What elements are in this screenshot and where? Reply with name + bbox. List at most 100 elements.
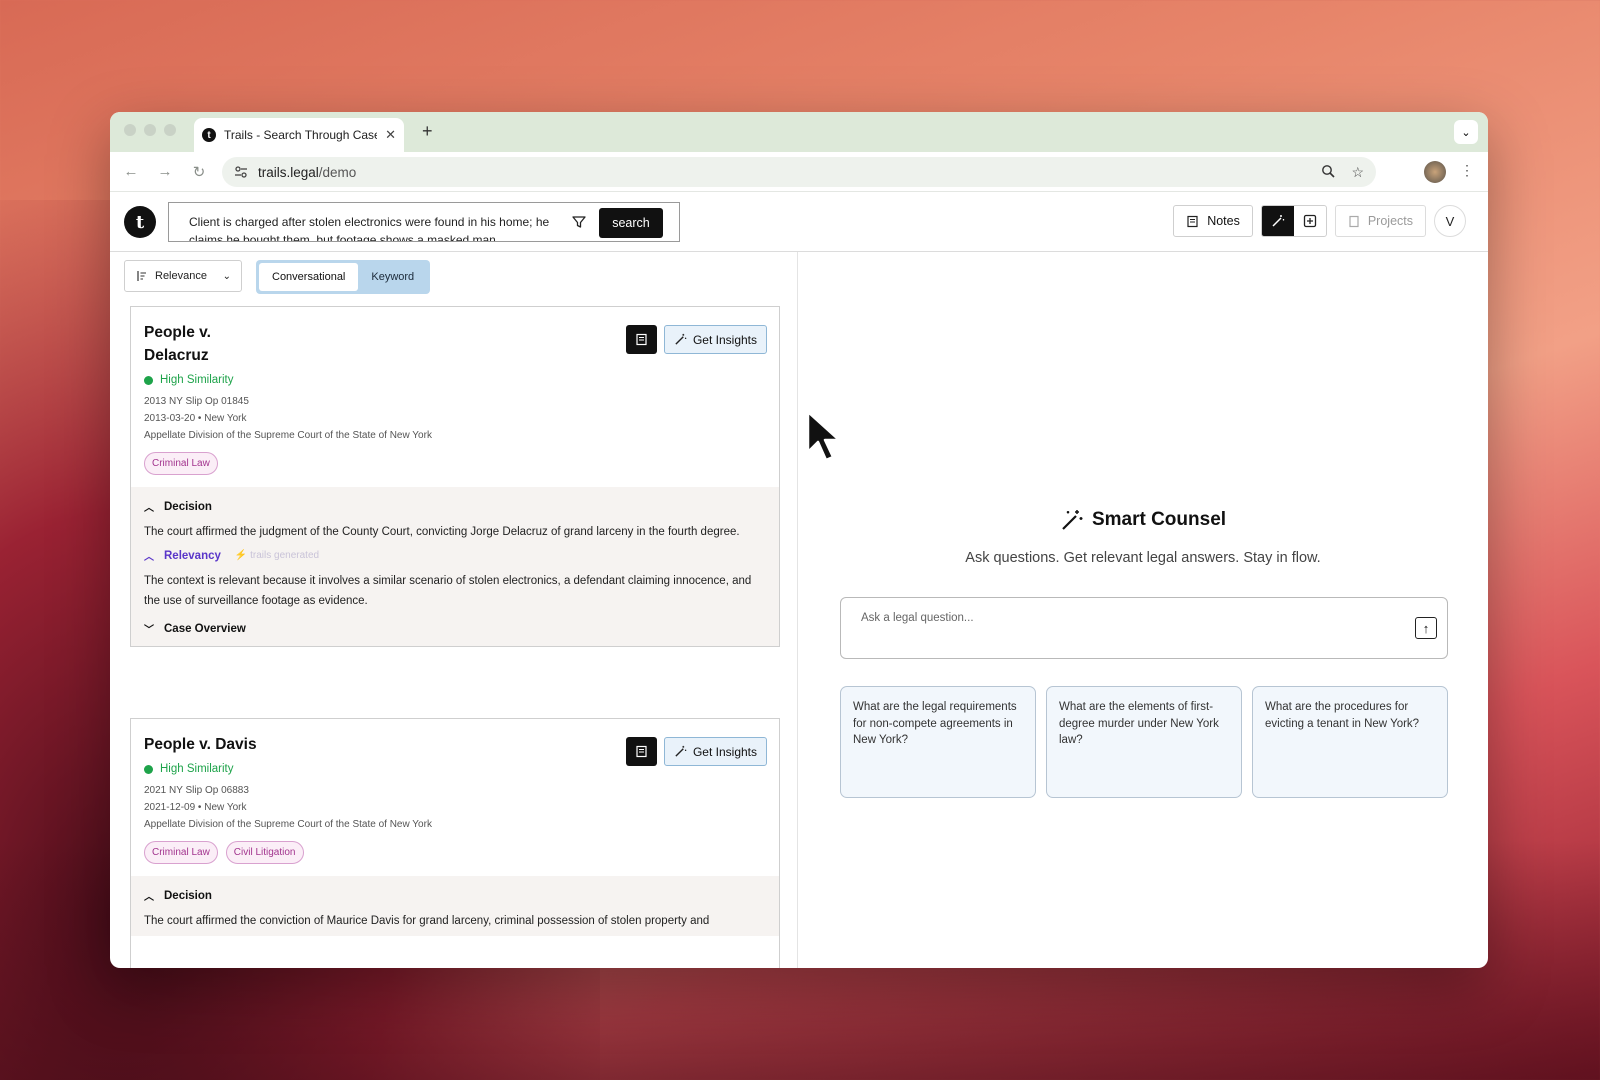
address-bar[interactable]: trails.legal/demo ☆ [222,157,1376,187]
notes-button[interactable]: Notes [1173,205,1253,237]
case-title[interactable]: People v. Delacruz [144,321,264,367]
plus-square-icon [1303,214,1316,228]
tag-badge[interactable]: Civil Litigation [225,841,304,864]
case-title[interactable]: People v. Davis [144,733,264,756]
smart-counsel-subtitle: Ask questions. Get relevant legal answer… [965,550,1321,566]
close-window-button[interactable] [124,124,136,136]
magic-wand-icon [1062,510,1083,530]
book-icon [1349,215,1359,227]
filter-icon[interactable] [571,214,587,230]
search-input[interactable]: Client is charged after stolen electroni… [189,213,554,241]
maximize-window-button[interactable] [164,124,176,136]
results-pane: Relevance ⌄ Conversational Keyword Peopl… [110,252,798,968]
profile-avatar[interactable] [1424,161,1446,183]
decision-toggle[interactable]: ︿ Decision [144,499,766,515]
sort-dropdown[interactable]: Relevance ⌄ [124,260,242,292]
url-path: /demo [318,164,357,180]
smart-counsel-pane: Smart Counsel Ask questions. Get relevan… [798,252,1488,968]
search-button[interactable]: search [599,208,663,238]
notes-icon [1187,215,1198,227]
decision-heading: Decision [164,889,212,902]
back-icon[interactable]: ← [118,163,144,181]
results-controls: Relevance ⌄ Conversational Keyword [124,260,431,294]
case-court: Appellate Division of the Supreme Court … [144,430,432,441]
similarity-label: High Similarity [160,763,234,775]
case-date: 2021-12-09 [144,802,196,813]
case-location: New York [204,413,247,424]
tag-list: Criminal Law [144,452,766,475]
document-icon [636,333,647,346]
case-meta: 2021 NY Slip Op 06883 2021-12-09 • New Y… [144,782,766,833]
browser-window: t Trails - Search Through Case ✕ + ⌄ ← →… [110,112,1488,968]
suggestion-card[interactable]: What are the legal requirements for non-… [840,686,1036,798]
user-avatar[interactable]: V [1434,205,1466,237]
relevancy-toggle[interactable]: ︿ Relevancy ⚡ trails generated [144,548,766,564]
get-insights-label: Get Insights [692,332,757,347]
tag-badge[interactable]: Criminal Law [144,452,218,475]
sort-icon [137,271,146,281]
chevron-up-icon: ︿ [144,503,154,514]
relevancy-heading: Relevancy [164,549,221,562]
decision-heading: Decision [164,500,212,513]
suggestion-card[interactable]: What are the elements of first-degree mu… [1046,686,1242,798]
app-header: t Client is charged after stolen electro… [110,192,1488,252]
case-date: 2013-03-20 [144,413,196,424]
reload-icon[interactable]: ↻ [186,163,212,181]
smart-counsel-title: Smart Counsel [798,508,1488,532]
decision-text: The court affirmed the judgment of the C… [144,526,740,538]
tab-close-icon[interactable]: ✕ [385,127,396,143]
ask-question-placeholder: Ask a legal question... [861,612,974,624]
browser-menu-icon[interactable]: ⋮ [1460,162,1474,179]
case-card: People v. Davis High Similarity 2021 NY … [130,718,780,968]
search-box[interactable]: Client is charged after stolen electroni… [168,202,680,242]
app-body: Relevance ⌄ Conversational Keyword Peopl… [110,252,1488,968]
tag-badge[interactable]: Criminal Law [144,841,218,864]
ask-question-input[interactable]: Ask a legal question... ↑ [840,597,1448,659]
tab-search-icon[interactable]: ⌄ [1454,120,1478,144]
new-tab-icon[interactable]: + [422,121,433,142]
case-citation: 2013 NY Slip Op 01845 [144,396,249,407]
view-toggle [1260,205,1327,237]
projects-label: Projects [1367,214,1413,228]
trails-logo[interactable]: t [124,206,156,238]
site-settings-icon[interactable] [234,165,248,179]
sort-label: Relevance [155,270,207,282]
zoom-icon[interactable] [1321,164,1336,178]
mode-keyword[interactable]: Keyword [358,263,427,291]
view-document-button[interactable] [625,737,657,766]
send-arrow-icon[interactable]: ↑ [1415,617,1437,639]
suggestion-list: What are the legal requirements for non-… [840,686,1448,798]
case-details: ︿ Decision The court affirmed the convic… [131,876,779,936]
decision-text: The court affirmed the conviction of Mau… [144,915,710,927]
url-host: trails.legal [258,164,319,180]
forward-icon[interactable]: → [152,163,178,181]
get-insights-button[interactable]: Get Insights [663,325,767,354]
smart-counsel-title-text: Smart Counsel [1091,509,1227,530]
chevron-up-icon: ︿ [144,552,154,563]
bookmark-star-icon[interactable]: ☆ [1351,164,1364,181]
add-panel-toggle[interactable] [1294,206,1326,236]
mouse-cursor-icon [806,410,841,462]
browser-toolbar: ← → ↻ trails.legal/demo ☆ ⋮ [110,152,1488,192]
case-overview-heading: Case Overview [164,622,246,635]
magic-wand-toggle[interactable] [1261,206,1294,236]
get-insights-button[interactable]: Get Insights [663,737,767,766]
magic-wand-icon [1272,215,1285,227]
minimize-window-button[interactable] [144,124,156,136]
similarity-badge: High Similarity [144,374,766,386]
browser-tab[interactable]: t Trails - Search Through Case ✕ [194,118,404,152]
similarity-dot-icon [144,764,153,774]
projects-button[interactable]: Projects [1334,205,1426,237]
view-document-button[interactable] [625,325,657,354]
magic-wand-icon [675,333,687,345]
case-citation: 2021 NY Slip Op 06883 [144,785,249,796]
decision-toggle[interactable]: ︿ Decision [144,888,766,904]
case-details: ︿ Decision The court affirmed the judgme… [131,487,779,646]
window-controls [124,124,176,136]
suggestion-card[interactable]: What are the procedures for evicting a t… [1252,686,1448,798]
case-overview-toggle[interactable]: ﹀ Case Overview [144,621,766,637]
mode-conversational[interactable]: Conversational [259,263,359,291]
document-icon [636,745,647,758]
tab-title: Trails - Search Through Case [224,128,378,142]
magic-wand-icon [675,745,687,757]
